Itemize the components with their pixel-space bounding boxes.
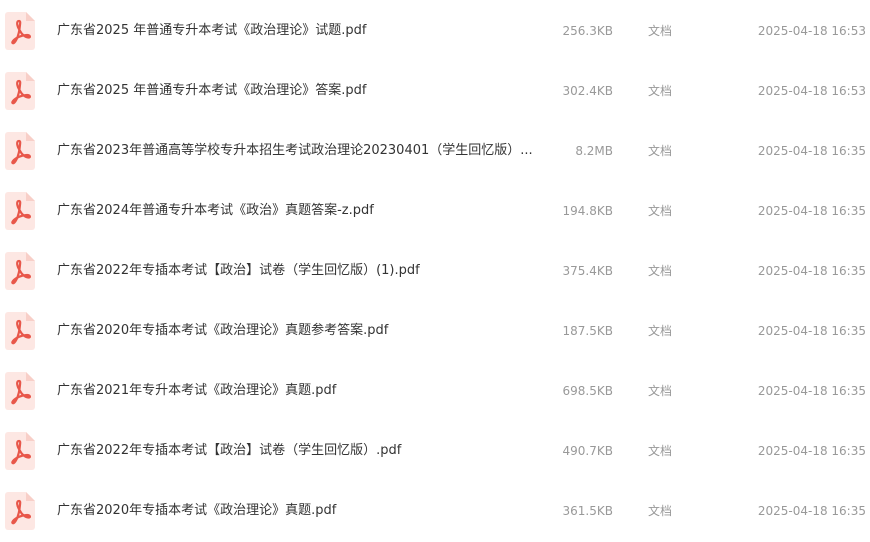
file-name[interactable]: 广东省2023年普通高等学校专升本招生考试政治理论20230401（学生回忆版）… [57,142,537,160]
file-type: 文档 [648,504,673,518]
pdf-icon[interactable] [5,72,35,110]
file-type: 文档 [648,84,673,98]
file-date: 2025-04-18 16:35 [757,144,866,158]
file-type: 文档 [648,384,673,398]
file-date: 2025-04-18 16:35 [757,444,866,458]
file-type: 文档 [648,444,673,458]
file-size: 698.5KB [562,384,613,398]
pdf-icon[interactable] [5,12,35,50]
file-date: 2025-04-18 16:35 [757,504,866,518]
pdf-icon[interactable] [5,132,35,170]
file-date: 2025-04-18 16:35 [757,204,866,218]
file-row[interactable]: 广东省2022年专插本考试【政治】试卷（学生回忆版）.pdf 490.7KB 文… [0,422,870,482]
file-row[interactable]: 广东省2023年普通高等学校专升本招生考试政治理论20230401（学生回忆版）… [0,122,870,182]
file-type: 文档 [648,324,673,338]
file-row[interactable]: 广东省2024年普通专升本考试《政治》真题答案-z.pdf 194.8KB 文档… [0,182,870,242]
file-date: 2025-04-18 16:35 [757,384,866,398]
file-row[interactable]: 广东省2025 年普通专升本考试《政治理论》答案.pdf 302.4KB 文档 … [0,62,870,122]
file-size: 375.4KB [562,264,613,278]
pdf-icon[interactable] [5,492,35,530]
file-type: 文档 [648,204,673,218]
file-type: 文档 [648,24,673,38]
file-name[interactable]: 广东省2020年专插本考试《政治理论》真题.pdf [57,502,537,520]
file-row[interactable]: 广东省2020年专插本考试《政治理论》真题.pdf 361.5KB 文档 202… [0,482,870,542]
file-row[interactable]: 广东省2020年专插本考试《政治理论》真题参考答案.pdf 187.5KB 文档… [0,302,870,362]
file-date: 2025-04-18 16:53 [757,24,866,38]
file-name[interactable]: 广东省2025 年普通专升本考试《政治理论》试题.pdf [57,22,537,40]
file-name[interactable]: 广东省2022年专插本考试【政治】试卷（学生回忆版）(1).pdf [57,262,537,280]
file-row[interactable]: 广东省2021年专升本考试《政治理论》真题.pdf 698.5KB 文档 202… [0,362,870,422]
file-name[interactable]: 广东省2022年专插本考试【政治】试卷（学生回忆版）.pdf [57,442,537,460]
file-type: 文档 [648,264,673,278]
file-size: 302.4KB [562,84,613,98]
pdf-icon[interactable] [5,372,35,410]
file-list: 广东省2025 年普通专升本考试《政治理论》试题.pdf 256.3KB 文档 … [0,2,870,542]
file-name[interactable]: 广东省2020年专插本考试《政治理论》真题参考答案.pdf [57,322,537,340]
file-date: 2025-04-18 16:53 [757,84,866,98]
file-name[interactable]: 广东省2021年专升本考试《政治理论》真题.pdf [57,382,537,400]
file-date: 2025-04-18 16:35 [757,324,866,338]
file-size: 8.2MB [575,144,613,158]
file-type: 文档 [648,144,673,158]
pdf-icon[interactable] [5,432,35,470]
file-size: 187.5KB [562,324,613,338]
file-size: 194.8KB [562,204,613,218]
file-size: 361.5KB [562,504,613,518]
file-row[interactable]: 广东省2022年专插本考试【政治】试卷（学生回忆版）(1).pdf 375.4K… [0,242,870,302]
file-name[interactable]: 广东省2025 年普通专升本考试《政治理论》答案.pdf [57,82,537,100]
pdf-icon[interactable] [5,192,35,230]
file-name[interactable]: 广东省2024年普通专升本考试《政治》真题答案-z.pdf [57,202,537,220]
file-size: 256.3KB [562,24,613,38]
file-date: 2025-04-18 16:35 [757,264,866,278]
pdf-icon[interactable] [5,312,35,350]
file-size: 490.7KB [562,444,613,458]
file-row[interactable]: 广东省2025 年普通专升本考试《政治理论》试题.pdf 256.3KB 文档 … [0,2,870,62]
pdf-icon[interactable] [5,252,35,290]
